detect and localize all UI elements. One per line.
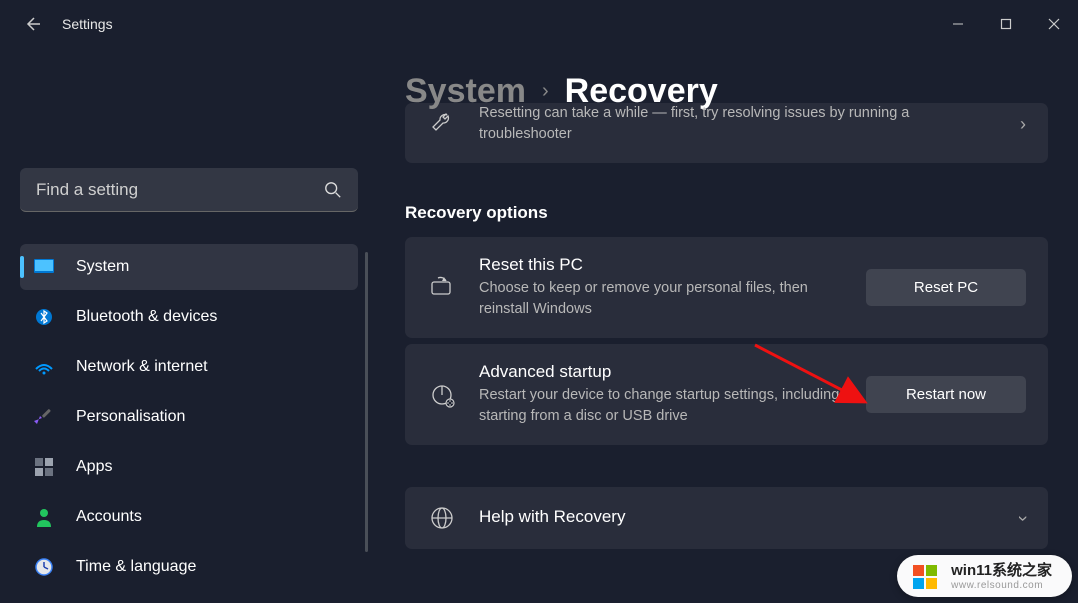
reset-pc-button[interactable]: Reset PC — [866, 269, 1026, 306]
sidebar-item-label: Apps — [76, 458, 112, 476]
wrench-icon — [427, 111, 457, 137]
sidebar-item-accounts[interactable]: Accounts — [20, 494, 358, 540]
advanced-startup-card: Advanced startup Restart your device to … — [405, 344, 1048, 445]
globe-icon — [427, 505, 457, 531]
search-icon — [324, 181, 342, 199]
reset-title: Reset this PC — [479, 255, 844, 275]
minimize-button[interactable] — [934, 4, 982, 44]
app-title: Settings — [62, 16, 113, 32]
window-controls — [934, 4, 1078, 44]
chevron-down-icon: › — [1013, 515, 1034, 521]
apps-icon — [34, 457, 54, 477]
watermark-sub: www.relsound.com — [951, 580, 1052, 591]
search-box[interactable] — [20, 168, 358, 212]
maximize-button[interactable] — [982, 4, 1030, 44]
search-input[interactable] — [36, 180, 324, 200]
sidebar-item-label: Personalisation — [76, 408, 185, 426]
troubleshoot-card[interactable]: Resetting can take a while — first, try … — [405, 103, 1048, 163]
section-title: Recovery options — [405, 203, 1048, 223]
advanced-desc: Restart your device to change startup se… — [479, 385, 844, 427]
back-button[interactable] — [20, 12, 44, 36]
main-content: System › Recovery Resetting can take a w… — [370, 48, 1078, 603]
sidebar-item-label: Time & language — [76, 558, 196, 576]
sidebar-item-label: Network & internet — [76, 358, 208, 376]
reset-icon — [427, 274, 457, 302]
sidebar-item-apps[interactable]: Apps — [20, 444, 358, 490]
close-button[interactable] — [1030, 4, 1078, 44]
title-bar: Settings — [0, 0, 1078, 48]
nav-list: System Bluetooth & devices Network & int… — [20, 244, 358, 594]
sidebar-item-time-language[interactable]: Time & language — [20, 544, 358, 590]
sidebar-item-label: Accounts — [76, 508, 142, 526]
sidebar-item-label: System — [76, 258, 129, 276]
watermark-main: win11系统之家 — [951, 563, 1052, 580]
chevron-right-icon: › — [542, 80, 549, 103]
maximize-icon — [1000, 18, 1012, 30]
bluetooth-icon — [34, 307, 54, 327]
title-bar-left: Settings — [20, 12, 113, 36]
help-title: Help with Recovery — [479, 507, 998, 527]
paintbrush-icon — [34, 407, 54, 427]
watermark-logo-icon — [911, 563, 939, 591]
close-icon — [1048, 18, 1060, 30]
sidebar-item-personalisation[interactable]: Personalisation — [20, 394, 358, 440]
system-icon — [34, 257, 54, 277]
minimize-icon — [952, 18, 964, 30]
reset-desc: Choose to keep or remove your personal f… — [479, 278, 844, 320]
sidebar-item-network[interactable]: Network & internet — [20, 344, 358, 390]
chevron-right-icon: › — [1020, 114, 1026, 135]
advanced-title: Advanced startup — [479, 362, 844, 382]
sidebar-item-label: Bluetooth & devices — [76, 308, 217, 326]
network-icon — [34, 357, 54, 377]
sidebar: System Bluetooth & devices Network & int… — [0, 48, 370, 603]
watermark: win11系统之家 www.relsound.com — [897, 555, 1072, 597]
restart-now-button[interactable]: Restart now — [866, 376, 1026, 413]
help-card[interactable]: Help with Recovery › — [405, 487, 1048, 549]
accounts-icon — [34, 507, 54, 527]
power-settings-icon — [427, 381, 457, 409]
troubleshoot-desc: Resetting can take a while — first, try … — [479, 103, 998, 145]
back-arrow-icon — [22, 14, 42, 34]
sidebar-item-system[interactable]: System — [20, 244, 358, 290]
reset-pc-card: Reset this PC Choose to keep or remove y… — [405, 237, 1048, 338]
clock-icon — [34, 557, 54, 577]
sidebar-item-bluetooth[interactable]: Bluetooth & devices — [20, 294, 358, 340]
